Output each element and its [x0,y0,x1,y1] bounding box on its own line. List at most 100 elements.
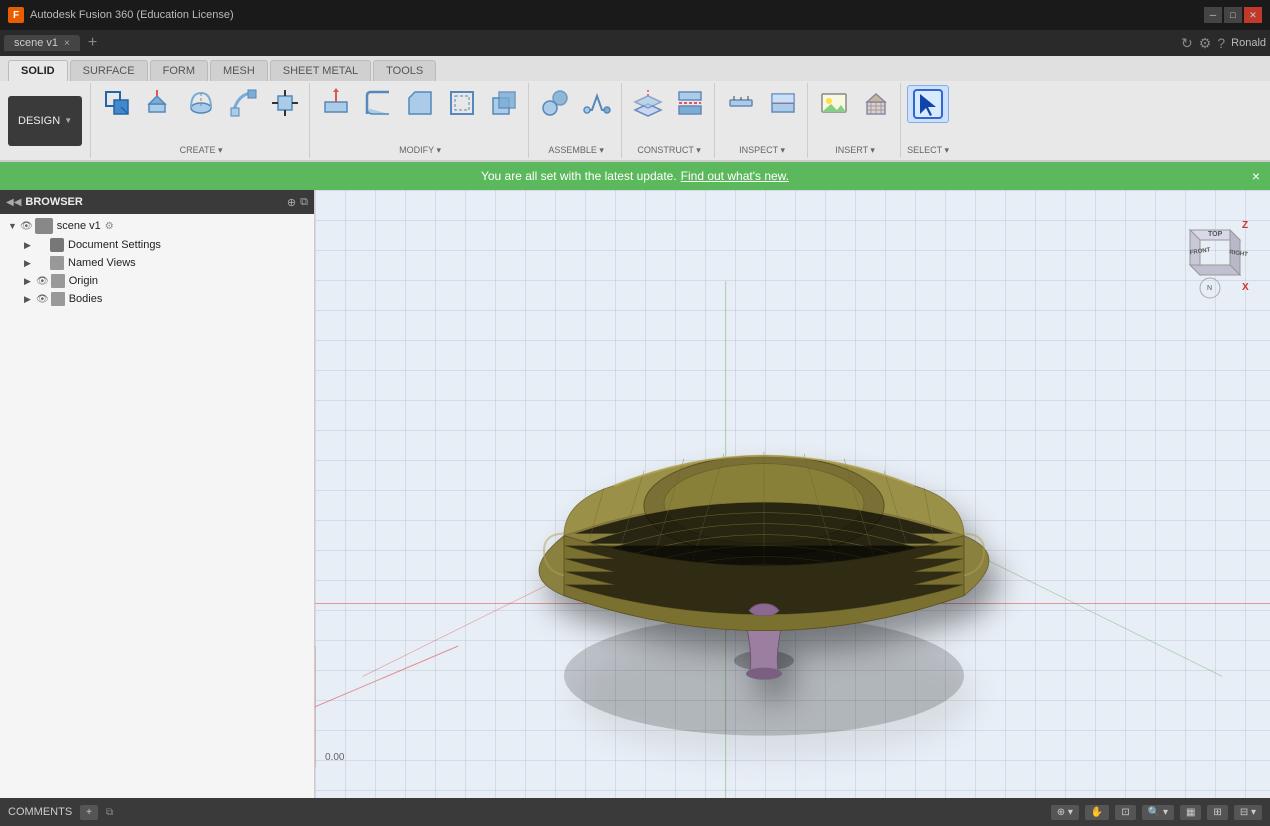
assemble-group-label: ASSEMBLE ▾ [548,145,604,156]
expand-views-arrow[interactable]: ▶ [24,258,36,269]
display-button[interactable]: ▦ [1180,805,1201,820]
named-views-icon [50,256,64,270]
add-tab-button[interactable]: + [82,34,103,52]
browser-header: ◀◀ BROWSER ⊕ ⧉ [0,190,314,214]
tab-surface[interactable]: SURFACE [70,60,148,81]
panel-divider-icon: ⧉ [106,807,113,818]
insert-group-label: INSERT ▾ [835,145,875,156]
refresh-icon[interactable]: ↻ [1181,35,1193,52]
viewport[interactable]: Z X TOP FRONT RIGHT [315,190,1270,798]
press-pull-button[interactable] [316,85,356,121]
origin-icon [51,274,65,288]
add-comment-button[interactable]: + [80,805,98,820]
scene-tab-close[interactable]: × [64,38,70,49]
fit-button[interactable]: ⊡ [1115,805,1135,820]
insert-photo-button[interactable] [814,85,854,121]
offset-plane-button[interactable] [628,85,668,121]
svg-text:N: N [1207,285,1212,292]
inspect-group-label: INSPECT ▾ [739,145,785,156]
scene-tab[interactable]: scene v1 × [4,35,80,51]
tab-tools[interactable]: TOOLS [373,60,436,81]
ribbon: DESIGN ▼ [0,81,1270,161]
tree-node-scene[interactable]: ▼ 👁 scene v1 ⚙ [0,216,314,236]
app-title: Autodesk Fusion 360 (Education License) [30,9,234,21]
status-bar: COMMENTS + ⧉ ⊕ ▾ ✋ ⊡ 🔍 ▾ ▦ ⊞ ⊟ ▾ [0,798,1270,826]
fillet-button[interactable] [358,85,398,121]
modify-group-label: MODIFY ▾ [399,145,441,156]
new-component-button[interactable] [97,85,137,121]
sweep-button[interactable] [223,85,263,121]
browser-expand-icon[interactable]: ⧉ [300,196,308,209]
view-options-button[interactable]: ⊟ ▾ [1234,805,1262,820]
move-button[interactable] [265,85,305,121]
browser-add-icon[interactable]: ⊕ [287,196,296,209]
select-button[interactable] [907,85,949,123]
shell-button[interactable] [442,85,482,121]
tree-node-bodies[interactable]: ▶ 👁 Bodies [0,290,314,308]
tab-bar: scene v1 × + ↻ ⚙ ? Ronald [0,30,1270,56]
insert-mesh-button[interactable] [856,85,896,121]
scene-label: scene v1 [57,220,101,232]
window-controls: ─ □ ✕ [1204,7,1262,23]
ribbon-tabs: SOLID SURFACE FORM MESH SHEET METAL TOOL… [0,56,1270,81]
scene-tab-label: scene v1 [14,37,58,49]
svg-text:TOP: TOP [1208,231,1223,238]
doc-settings-icon [50,238,64,252]
named-views-label: Named Views [68,257,136,269]
inspect-group: INSPECT ▾ [717,83,808,158]
extrude-button[interactable] [139,85,179,121]
scene-icon [35,218,53,234]
measure-button[interactable] [721,85,761,121]
notification-link[interactable]: Find out what's new. [681,169,789,183]
tab-form[interactable]: FORM [150,60,208,81]
expand-scene-arrow[interactable]: ▼ [8,221,20,231]
grid-button[interactable]: ⊞ [1207,805,1227,820]
browser-tree: ▼ 👁 scene v1 ⚙ ▶ Document Settings ▶ [0,214,314,798]
motion-link-button[interactable] [577,85,617,121]
doc-settings-label: Document Settings [68,239,161,251]
svg-text:Z: Z [1242,220,1248,231]
tree-node-named-views[interactable]: ▶ Named Views [0,254,314,272]
scene-visibility-icon[interactable]: 👁 [20,221,33,232]
main-area: ◀◀ BROWSER ⊕ ⧉ ▼ 👁 scene v1 ⚙ ▶ [0,190,1270,798]
svg-text:X: X [1242,282,1249,293]
design-button[interactable]: DESIGN ▼ [8,96,82,146]
close-button[interactable]: ✕ [1244,7,1262,23]
zoom-button[interactable]: 🔍 ▾ [1142,805,1174,820]
scene-settings-icon[interactable]: ⚙ [105,221,114,232]
revolve-button[interactable] [181,85,221,121]
section-analysis-button[interactable] [763,85,803,121]
joint-button[interactable] [535,85,575,121]
expand-doc-arrow[interactable]: ▶ [24,240,36,251]
pan-button[interactable]: ✋ [1085,805,1109,820]
notification-close[interactable]: × [1252,168,1260,184]
bodies-visibility-icon[interactable]: 👁 [36,294,49,305]
help-icon[interactable]: ? [1217,35,1225,51]
viewcube[interactable]: Z X TOP FRONT RIGHT [1170,210,1250,290]
midplane-button[interactable] [670,85,710,121]
assemble-group: ASSEMBLE ▾ [531,83,622,158]
tab-mesh[interactable]: MESH [210,60,268,81]
maximize-button[interactable]: □ [1224,7,1242,23]
nav-mode-button[interactable]: ⊕ ▾ [1051,805,1079,820]
tree-node-doc-settings[interactable]: ▶ Document Settings [0,236,314,254]
combine-button[interactable] [484,85,524,121]
tab-solid[interactable]: SOLID [8,60,68,81]
browser-panel: ◀◀ BROWSER ⊕ ⧉ ▼ 👁 scene v1 ⚙ ▶ [0,190,315,798]
viewport-canvas: Z X TOP FRONT RIGHT [315,190,1270,798]
expand-bodies-arrow[interactable]: ▶ [24,294,36,305]
collapse-browser-button[interactable]: ◀◀ [6,197,21,208]
settings-icon[interactable]: ⚙ [1199,35,1212,52]
minimize-button[interactable]: ─ [1204,7,1222,23]
design-label: DESIGN [18,115,60,127]
tree-node-origin[interactable]: ▶ 👁 Origin [0,272,314,290]
chamfer-button[interactable] [400,85,440,121]
expand-origin-arrow[interactable]: ▶ [24,276,36,287]
origin-visibility-icon[interactable]: 👁 [36,276,49,287]
tab-sheet-metal[interactable]: SHEET METAL [270,60,371,81]
user-label: Ronald [1231,37,1266,49]
select-group-label: SELECT ▾ [907,145,949,156]
construct-group: CONSTRUCT ▾ [624,83,715,158]
notification-text: You are all set with the latest update. [481,169,677,183]
modify-group: MODIFY ▾ [312,83,529,158]
